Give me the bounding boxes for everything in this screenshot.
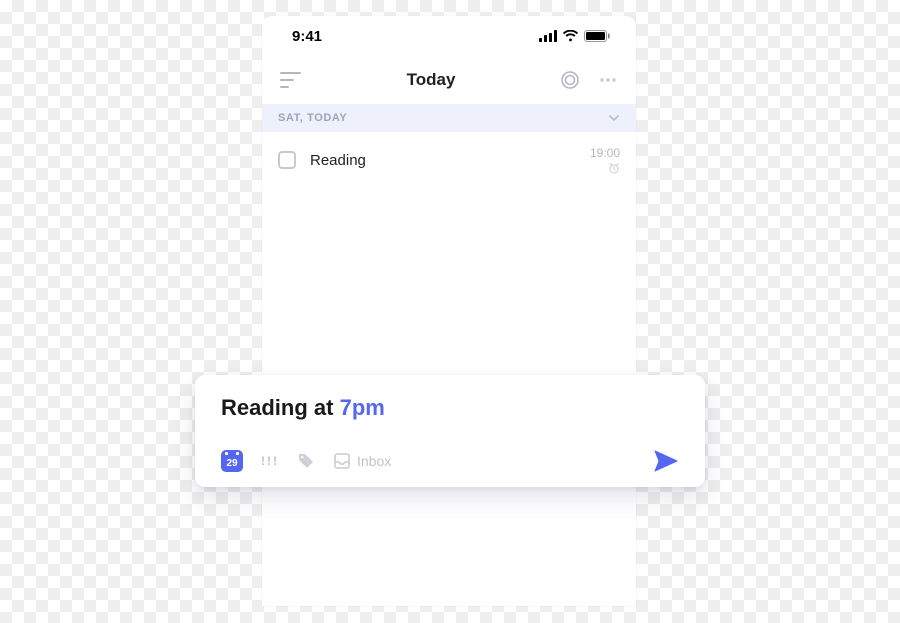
send-button[interactable] <box>653 449 679 473</box>
page-title: Today <box>407 70 456 90</box>
task-row[interactable]: Reading 19:00 <box>262 132 636 188</box>
menu-icon[interactable] <box>280 71 302 89</box>
date-section-header[interactable]: SAT, TODAY <box>262 104 636 132</box>
focus-icon[interactable] <box>560 70 580 90</box>
chevron-down-icon <box>608 112 620 124</box>
status-bar: 9:41 <box>262 16 636 56</box>
compose-toolbar: 29 !!! Inbox <box>221 449 679 473</box>
list-picker[interactable]: Inbox <box>333 452 391 470</box>
alarm-icon <box>608 162 620 174</box>
cellular-icon <box>539 30 557 42</box>
task-title: Reading <box>310 152 576 169</box>
compose-card: Reading at 7pm 29 !!! Inbox <box>195 375 705 487</box>
compose-input[interactable]: Reading at 7pm <box>221 395 679 421</box>
list-label: Inbox <box>357 453 391 469</box>
compose-text: Reading at <box>221 395 340 420</box>
task-meta: 19:00 <box>590 146 620 174</box>
section-label: SAT, TODAY <box>278 112 347 124</box>
compose-time-token: 7pm <box>340 395 385 420</box>
task-time: 19:00 <box>590 146 620 160</box>
task-checkbox[interactable] <box>278 151 296 169</box>
nav-bar: Today <box>262 56 636 104</box>
calendar-date-button[interactable]: 29 <box>221 450 243 472</box>
inbox-icon <box>333 452 351 470</box>
status-indicators <box>539 30 610 42</box>
send-icon <box>653 449 679 473</box>
status-time: 9:41 <box>292 28 322 45</box>
tag-icon[interactable] <box>297 452 315 470</box>
calendar-day-number: 29 <box>226 458 237 469</box>
phone-frame: 9:41 Today SAT, TODAY Reading 19:00 <box>262 16 636 606</box>
wifi-icon <box>562 30 579 42</box>
more-icon[interactable] <box>598 70 618 90</box>
battery-icon <box>584 30 610 42</box>
priority-button[interactable]: !!! <box>261 454 279 468</box>
